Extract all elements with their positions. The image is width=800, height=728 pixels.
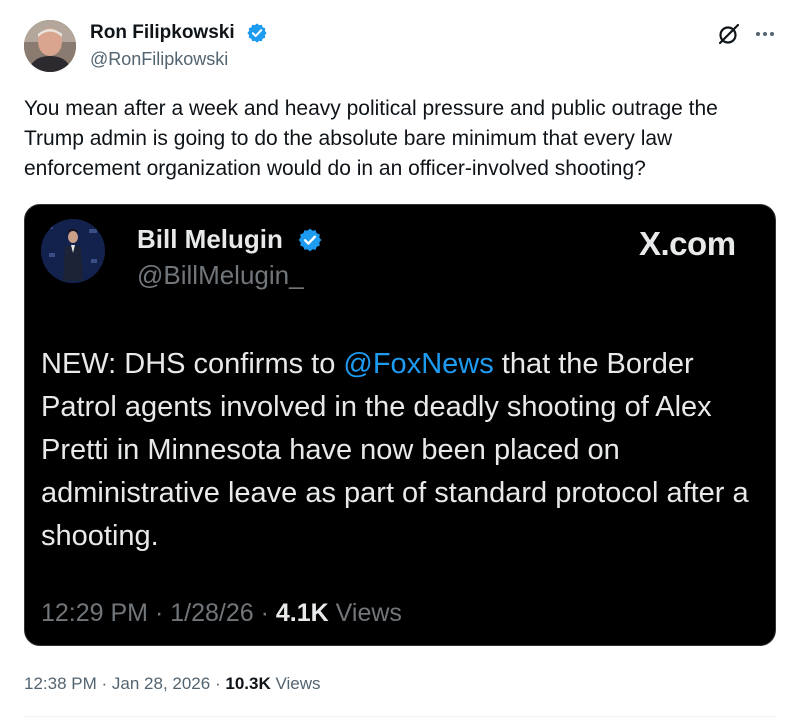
- author-handle[interactable]: @RonFilipkowski: [90, 49, 228, 70]
- quoted-text-start: NEW: DHS confirms to: [41, 348, 344, 380]
- mention-link[interactable]: @FoxNews: [343, 348, 493, 380]
- quoted-author-name[interactable]: Bill Melugin: [137, 224, 283, 255]
- post-date[interactable]: Jan 28, 2026: [112, 674, 210, 693]
- quoted-post-text: NEW: DHS confirms to @FoxNews that the B…: [41, 343, 761, 558]
- verified-badge-icon: [247, 23, 267, 43]
- quoted-post-meta: 12:29 PM · 1/28/26 · 4.1K Views: [41, 599, 402, 628]
- views-label[interactable]: Views: [275, 674, 320, 693]
- post-meta: 12:38 PM · Jan 28, 2026 · 10.3K Views: [24, 674, 321, 694]
- post-card: Ron Filipkowski @RonFilipkowski You mean…: [0, 0, 800, 728]
- post-text: You mean after a week and heavy politica…: [24, 97, 718, 180]
- post-time[interactable]: 12:38 PM: [24, 674, 97, 693]
- quoted-views-count: 4.1K: [275, 599, 329, 627]
- author-avatar[interactable]: [24, 20, 76, 72]
- meta-separator: ·: [260, 599, 269, 627]
- quoted-post-time[interactable]: 12:29 PM: [41, 599, 148, 627]
- quoted-author-avatar[interactable]: [41, 219, 105, 283]
- meta-separator: ·: [101, 674, 108, 693]
- verified-badge-icon: [298, 228, 322, 252]
- quoted-post-date[interactable]: 1/28/26: [170, 599, 253, 627]
- meta-separator: ·: [214, 674, 221, 693]
- views-count[interactable]: 10.3K: [225, 674, 270, 693]
- meta-separator: ·: [154, 599, 164, 627]
- source-label: X.com: [639, 225, 736, 262]
- quoted-views-label: Views: [335, 599, 402, 627]
- more-icon[interactable]: [752, 21, 778, 47]
- quoted-author-handle[interactable]: @BillMelugin_: [137, 260, 304, 291]
- grok-icon[interactable]: [716, 21, 742, 47]
- divider: [24, 716, 776, 717]
- quoted-post[interactable]: Bill Melugin @BillMelugin_ X.com NEW: DH…: [24, 204, 776, 646]
- author-name[interactable]: Ron Filipkowski: [90, 22, 235, 44]
